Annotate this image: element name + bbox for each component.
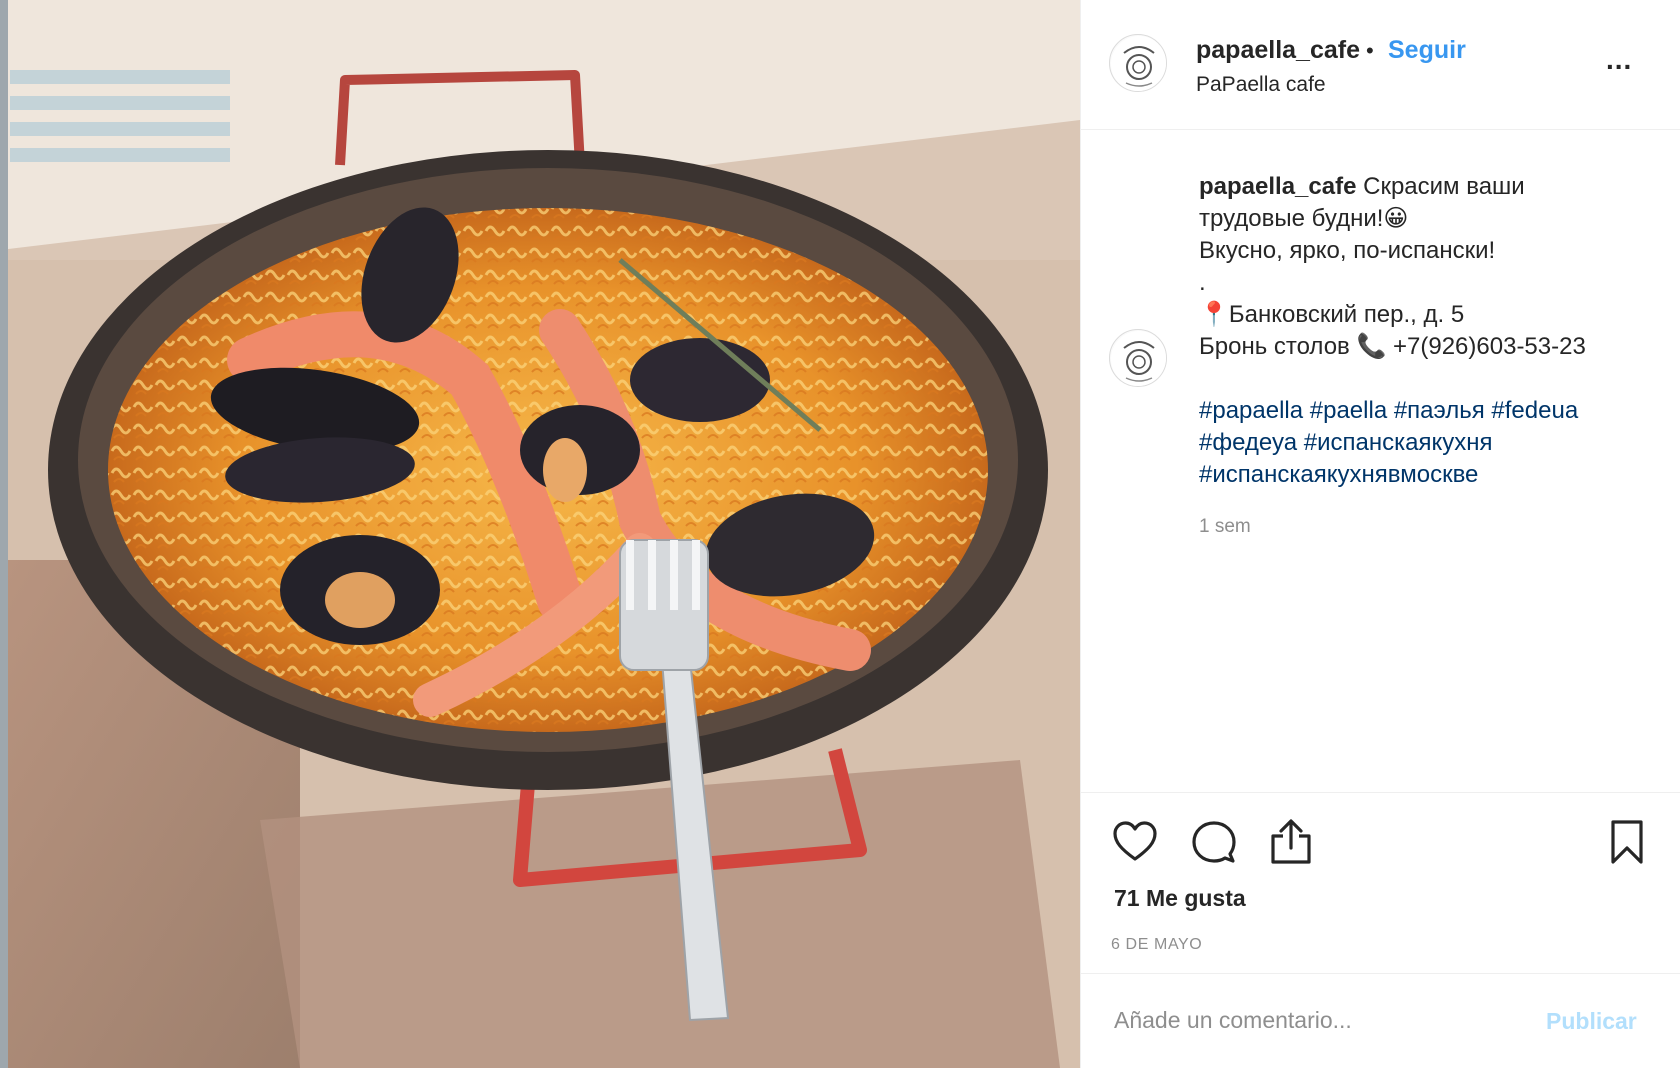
comment-icon[interactable] (1189, 818, 1239, 868)
caption-avatar[interactable] (1109, 329, 1167, 387)
heart-icon[interactable] (1111, 818, 1161, 868)
papaella-logo-icon (1111, 36, 1166, 91)
share-icon[interactable] (1267, 818, 1317, 868)
post-image[interactable] (0, 0, 1080, 1068)
post-sidebar: papaella_cafe • Seguir PaPaella cafe ...… (1080, 0, 1680, 1068)
post-caption: papaella_cafe Скрасим ваши трудовые будн… (1199, 171, 1649, 491)
follow-button[interactable]: Seguir (1388, 36, 1466, 65)
bookmark-icon[interactable] (1603, 818, 1653, 868)
caption-line: трудовые будни!😀 (1199, 205, 1409, 232)
photo-edge (0, 0, 8, 1068)
caption-blank (1199, 363, 1649, 395)
papaella-logo-icon (1111, 331, 1166, 386)
caption-line: . (1199, 269, 1206, 296)
comments-section: papaella_cafe Скрасим ваши трудовые будн… (1081, 131, 1680, 791)
avatar[interactable] (1109, 34, 1167, 92)
account-subtitle[interactable]: PaPaella cafe (1196, 73, 1326, 97)
post-date[interactable]: 6 DE MAYO (1111, 936, 1202, 954)
username-link[interactable]: papaella_cafe (1196, 36, 1360, 65)
post-header: papaella_cafe • Seguir PaPaella cafe ... (1081, 0, 1680, 130)
caption-line: Скрасим ваши (1363, 173, 1525, 200)
add-comment-form: Publicar (1081, 973, 1680, 1068)
hashtag-line[interactable]: #испанскаякухнявмоскве (1199, 459, 1649, 491)
hashtag-line[interactable]: #papaella #paella #паэлья #fedeua (1199, 395, 1649, 427)
post-actions: 71 Me gusta 6 DE MAYO (1081, 792, 1680, 972)
caption-time[interactable]: 1 sem (1199, 516, 1251, 538)
separator-dot: • (1366, 38, 1374, 63)
publish-button[interactable]: Publicar (1546, 1008, 1637, 1035)
caption-username[interactable]: papaella_cafe (1199, 173, 1356, 200)
hashtag-line[interactable]: #федеуа #испанскаякухня (1199, 427, 1649, 459)
likes-count[interactable]: 71 Me gusta (1114, 885, 1246, 912)
paella-illustration (0, 0, 1080, 1068)
caption-line: Бронь столов 📞 +7(926)603-53-23 (1199, 333, 1586, 360)
comment-input[interactable] (1114, 998, 1534, 1042)
caption-line: 📍Банковский пер., д. 5 (1199, 301, 1465, 328)
more-options-icon[interactable]: ... (1606, 44, 1632, 76)
caption-line: Вкусно, ярко, по-испански! (1199, 237, 1496, 264)
